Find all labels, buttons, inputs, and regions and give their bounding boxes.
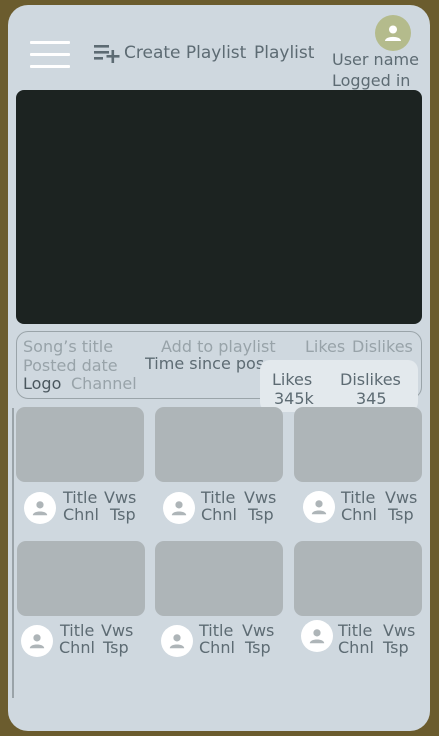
video-channel[interactable]: Chnl	[338, 639, 374, 656]
user-status: User name Logged in	[332, 49, 430, 91]
menu-button[interactable]	[30, 41, 72, 71]
popup-dislikes-count: 345	[356, 389, 387, 408]
dislikes-button[interactable]: Dislikes	[352, 338, 413, 356]
video-channel[interactable]: Chnl	[341, 506, 377, 523]
video-timestamp: Tsp	[388, 505, 414, 524]
user-name: User name	[332, 50, 419, 69]
video-title[interactable]: Title	[338, 622, 372, 639]
menu-bar	[30, 41, 70, 44]
menu-bar	[30, 65, 70, 68]
person-icon	[171, 501, 187, 516]
video-views: Vws	[101, 621, 134, 640]
video-title[interactable]: Title	[201, 489, 235, 506]
channel-avatar[interactable]	[24, 492, 56, 524]
video-timestamp: Tsp	[383, 638, 409, 657]
popup-likes-count: 345k	[274, 389, 314, 408]
phone-screen: Create Playlist Playlist User name Logge…	[8, 5, 430, 731]
video-views: Vws	[244, 488, 277, 507]
channel-avatar[interactable]	[303, 491, 335, 523]
person-icon	[309, 629, 325, 644]
logged-in-status: Logged in	[332, 71, 411, 90]
video-title[interactable]: Title	[199, 622, 233, 639]
video-timestamp: Tsp	[248, 505, 274, 524]
video-thumbnail[interactable]	[294, 541, 422, 616]
user-avatar[interactable]	[375, 15, 411, 51]
person-icon	[385, 25, 401, 41]
video-channel[interactable]: Chnl	[59, 639, 95, 656]
create-playlist-button[interactable]: Create Playlist	[92, 41, 246, 65]
channel-avatar[interactable]	[161, 625, 193, 657]
video-channel[interactable]: Chnl	[199, 639, 235, 656]
channel-name[interactable]: Channel	[71, 375, 137, 393]
video-views: Vws	[383, 621, 416, 640]
playlist-add-icon	[94, 45, 120, 63]
video-title[interactable]: Title	[60, 622, 94, 639]
likes-popup: Likes Dislikes 345k 345	[260, 360, 418, 412]
add-to-playlist-button[interactable]: Add to playlist	[161, 338, 276, 356]
menu-bar	[30, 53, 70, 56]
playlist-link[interactable]: Playlist	[254, 43, 314, 63]
video-timestamp: Tsp	[245, 638, 271, 657]
video-thumbnail[interactable]	[294, 407, 422, 482]
video-player[interactable]	[16, 90, 422, 324]
channel-logo[interactable]: Logo	[23, 375, 61, 393]
person-icon	[311, 500, 327, 515]
video-views: Vws	[242, 621, 275, 640]
video-title[interactable]: Title	[63, 489, 97, 506]
popup-dislikes-label: Dislikes	[340, 370, 401, 389]
video-thumbnail[interactable]	[155, 541, 283, 616]
video-channel[interactable]: Chnl	[63, 506, 99, 523]
video-thumbnail[interactable]	[16, 407, 144, 482]
person-icon	[29, 634, 45, 649]
posted-date: Posted date	[23, 356, 118, 375]
channel-avatar[interactable]	[301, 620, 333, 652]
time-since-posted: Time since posted	[145, 355, 263, 373]
channel-avatar[interactable]	[21, 625, 53, 657]
song-title: Song’s title	[23, 337, 114, 356]
video-thumbnail[interactable]	[17, 541, 145, 616]
likes-button[interactable]: Likes	[305, 338, 345, 356]
popup-likes-label: Likes	[272, 370, 313, 389]
scrollbar[interactable]	[12, 408, 14, 698]
person-icon	[32, 501, 48, 516]
video-thumbnail[interactable]	[155, 407, 283, 482]
video-timestamp: Tsp	[110, 505, 136, 524]
video-channel[interactable]: Chnl	[201, 506, 237, 523]
create-playlist-label: Create Playlist	[124, 43, 247, 63]
video-title[interactable]: Title	[341, 489, 375, 506]
video-views: Vws	[385, 488, 418, 507]
channel-avatar[interactable]	[163, 492, 195, 524]
video-timestamp: Tsp	[103, 638, 129, 657]
video-views: Vws	[104, 488, 137, 507]
person-icon	[169, 634, 185, 649]
